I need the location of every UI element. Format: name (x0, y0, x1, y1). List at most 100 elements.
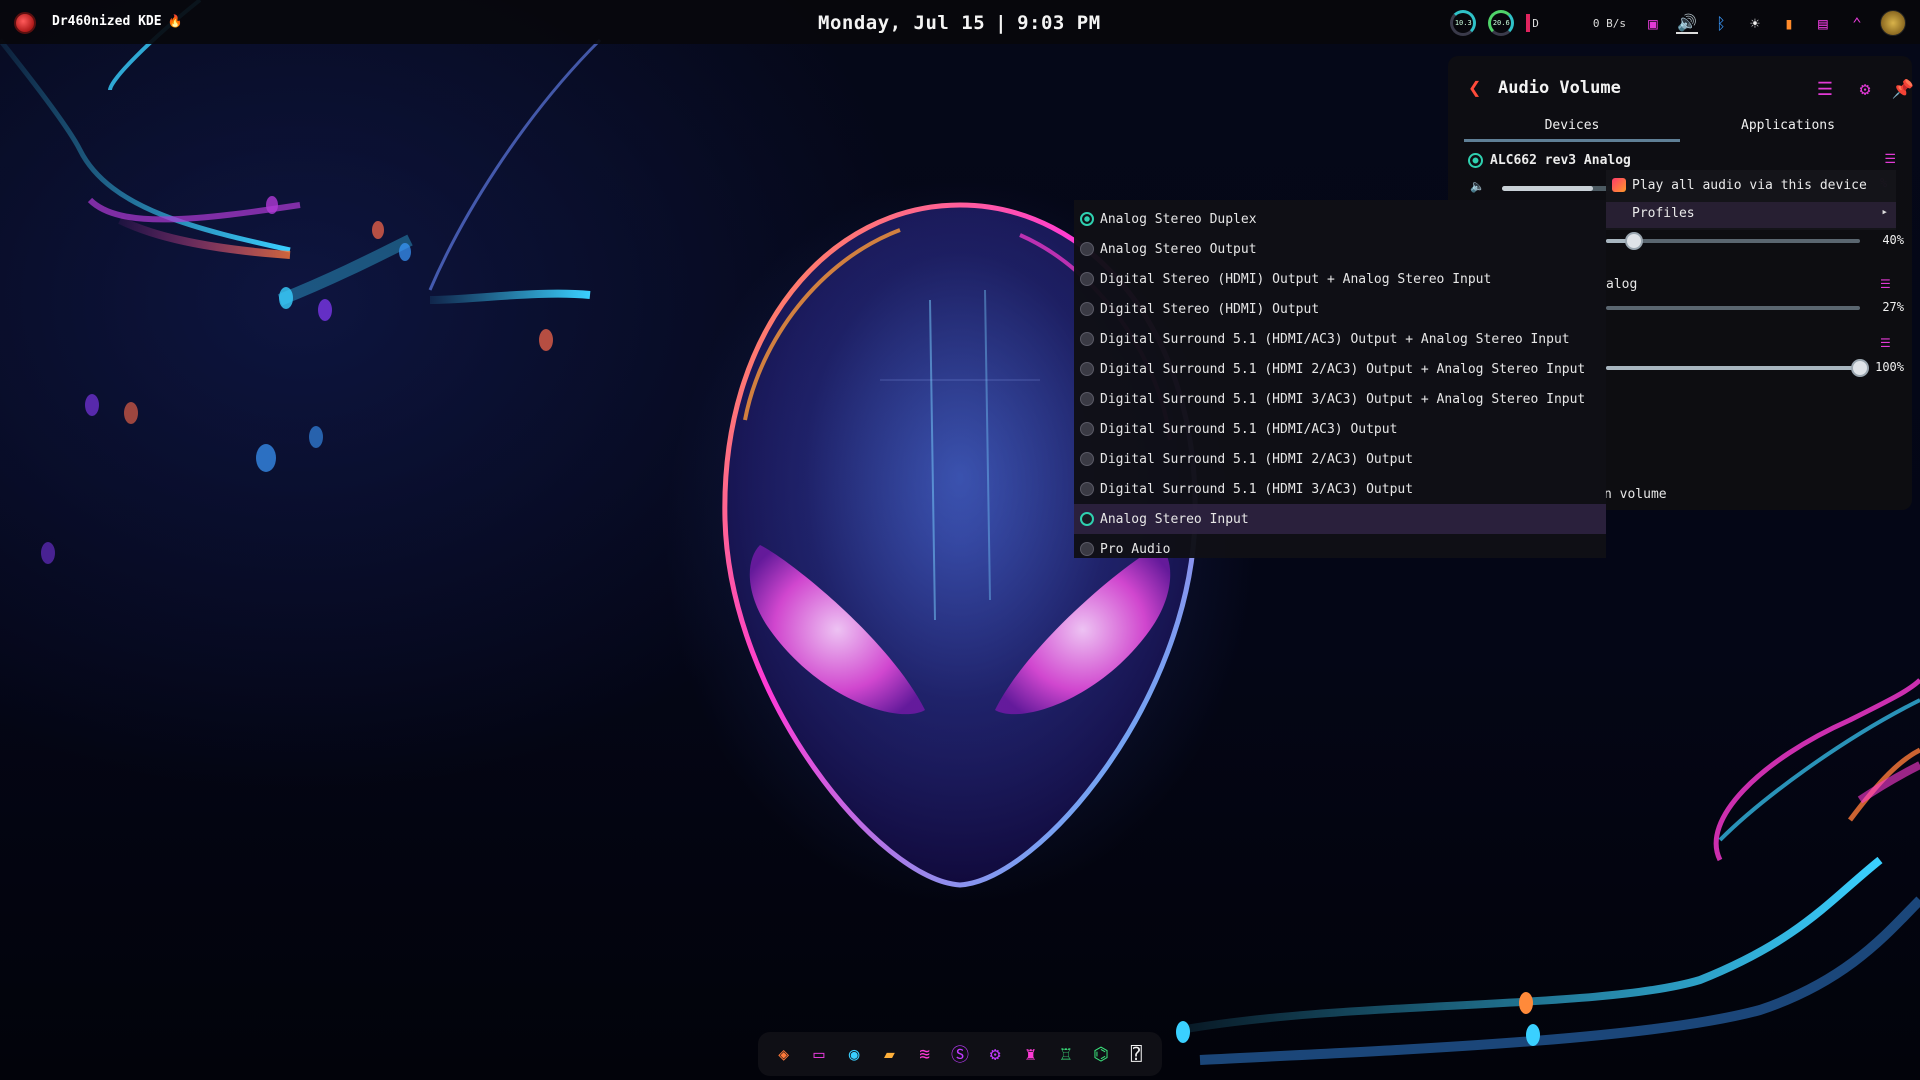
panel-title-text: Dr460nized KDE (52, 14, 162, 29)
profile-item[interactable]: Digital Surround 5.1 (HDMI 3/AC3) Output (1074, 474, 1606, 504)
disk-indicator[interactable]: D (1526, 14, 1581, 32)
top-panel: Dr460nized KDE 🔥 Monday, Jul 15 | 9:03 PM… (0, 0, 1920, 44)
profile-label: Analog Stereo Duplex (1100, 212, 1257, 227)
audio-device-icon (1612, 178, 1626, 192)
clipboard-icon[interactable]: ▣ (1642, 12, 1664, 34)
back-arrow-icon[interactable]: ❮ (1468, 76, 1481, 101)
profile-item[interactable]: Digital Surround 5.1 (HDMI/AC3) Output (1074, 414, 1606, 444)
battery-icon[interactable]: ▮ (1778, 12, 1800, 34)
device-context-menu: Play all audio via this device Profiles … (1606, 170, 1896, 230)
profile-item[interactable]: Digital Surround 5.1 (HDMI 3/AC3) Output… (1074, 384, 1606, 414)
clock-date: Monday, Jul 15 (818, 12, 986, 34)
stream-2-menu-icon[interactable]: ☰ (1880, 277, 1891, 291)
network-icon[interactable]: ⌬ (1088, 1041, 1114, 1067)
chevron-up-icon[interactable]: ⌃ (1846, 12, 1868, 34)
stream-2-label: alog (1606, 277, 1638, 292)
profiles-item[interactable]: Profiles ▸ (1606, 202, 1896, 228)
profile-radio[interactable] (1080, 362, 1094, 376)
profile-radio[interactable] (1080, 542, 1094, 556)
profile-item[interactable]: Pro Audio (1074, 534, 1606, 564)
stream-3-menu-icon[interactable]: ☰ (1880, 336, 1891, 350)
profile-radio[interactable] (1080, 482, 1094, 496)
garuda-icon[interactable]: ◈ (771, 1041, 797, 1067)
tab-applications[interactable]: Applications (1680, 116, 1896, 142)
profile-item[interactable]: Digital Surround 5.1 (HDMI 2/AC3) Output (1074, 444, 1606, 474)
profile-item[interactable]: Digital Stereo (HDMI) Output (1074, 294, 1606, 324)
slider-track[interactable] (1606, 239, 1860, 243)
flame-icon: 🔥 (167, 14, 183, 28)
bluetooth-icon[interactable]: ᛒ (1710, 12, 1732, 34)
brightness-icon[interactable]: ☀ (1744, 12, 1766, 34)
profile-item[interactable]: Analog Stereo Duplex (1074, 204, 1606, 234)
speaker-icon[interactable]: 🔈 (1470, 179, 1485, 193)
profile-radio[interactable] (1080, 332, 1094, 346)
system-monitor-icon[interactable]: ≋ (912, 1041, 938, 1067)
game-icon[interactable]: ♖ (1053, 1041, 1079, 1067)
stream-slider-2[interactable]: 27% (1606, 298, 1904, 318)
profile-radio[interactable] (1080, 422, 1094, 436)
disk-bar (1526, 14, 1531, 32)
slider-track[interactable] (1606, 306, 1860, 310)
profile-radio[interactable] (1080, 272, 1094, 286)
profile-item[interactable]: Digital Surround 5.1 (HDMI/AC3) Output +… (1074, 324, 1606, 354)
system-tray: 10.3 20.6 D 0 B/s ▣ 🔊 ᛒ ☀ ▮ ▤ ⌃ (1450, 8, 1906, 38)
tab-devices[interactable]: Devices (1464, 116, 1680, 142)
list-view-icon[interactable]: ☰ (1812, 76, 1838, 102)
profile-label: Digital Surround 5.1 (HDMI 3/AC3) Output… (1100, 392, 1586, 407)
profile-radio[interactable] (1080, 512, 1094, 526)
device-row[interactable]: ALC662 rev3 Analog ☰ (1468, 150, 1896, 172)
volume-icon[interactable]: 🔊 (1676, 12, 1698, 34)
panel-title[interactable]: Dr460nized KDE 🔥 (52, 14, 183, 29)
pin-icon[interactable]: 📌 (1890, 76, 1916, 102)
configure-icon[interactable]: ⚙ (1852, 76, 1878, 102)
play-all-audio-item[interactable]: Play all audio via this device (1606, 174, 1896, 200)
disk-label: D (1532, 16, 1539, 30)
dock: ◈ ▭ ◉ ▰ ≋ Ⓢ ⚙ ♜ ♖ ⌬ ⍰ (758, 1032, 1162, 1076)
browser-icon[interactable]: ◉ (841, 1041, 867, 1067)
popup-header: ❮ Audio Volume ☰ ⚙ 📌 (1468, 74, 1914, 104)
play-all-label: Play all audio via this device (1632, 178, 1867, 193)
profile-label: Digital Surround 5.1 (HDMI/AC3) Output +… (1100, 332, 1570, 347)
settings-s-icon[interactable]: Ⓢ (947, 1041, 973, 1067)
cpu-gauge[interactable]: 10.3 (1450, 10, 1477, 36)
stream-slider-3[interactable]: 100% (1606, 358, 1904, 378)
profile-item[interactable]: Analog Stereo Output (1074, 234, 1606, 264)
device-name: ALC662 rev3 Analog (1490, 153, 1631, 168)
device-menu-icon[interactable]: ☰ (1884, 152, 1896, 167)
slider-fill (1606, 366, 1860, 370)
slider-knob[interactable] (1625, 232, 1643, 250)
profile-label: Analog Stereo Output (1100, 242, 1257, 257)
device-volume-fill (1502, 186, 1593, 191)
profile-item[interactable]: Digital Stereo (HDMI) Output + Analog St… (1074, 264, 1606, 294)
profile-radio[interactable] (1080, 212, 1094, 226)
gear-icon[interactable]: ⚙ (982, 1041, 1008, 1067)
ram-gauge[interactable]: 20.6 (1488, 10, 1515, 36)
default-device-radio[interactable] (1468, 153, 1483, 168)
profile-label: Digital Surround 5.1 (HDMI 2/AC3) Output (1100, 452, 1414, 467)
device-volume-row: 🔈 (1468, 178, 1628, 200)
ram-gauge-value: 20.6 (1492, 19, 1510, 27)
help-doc-icon[interactable]: ⍰ (1123, 1041, 1149, 1067)
cpu-gauge-value: 10.3 (1454, 19, 1472, 27)
slider-2-percent: 27% (1882, 300, 1904, 314)
profile-radio[interactable] (1080, 242, 1094, 256)
user-avatar[interactable] (1880, 10, 1906, 36)
terminal-icon[interactable]: ▭ (806, 1041, 832, 1067)
profile-label: Analog Stereo Input (1100, 512, 1249, 527)
files-icon[interactable]: ▰ (876, 1041, 902, 1067)
screen-icon[interactable]: ▤ (1812, 12, 1834, 34)
profile-label: Pro Audio (1100, 542, 1171, 557)
profile-item[interactable]: Digital Surround 5.1 (HDMI 2/AC3) Output… (1074, 354, 1606, 384)
footer-label[interactable]: n volume (1604, 487, 1667, 502)
profiles-submenu: Analog Stereo Duplex Analog Stereo Output… (1074, 200, 1606, 558)
network-speed[interactable]: 0 B/s (1593, 17, 1626, 30)
profile-radio[interactable] (1080, 302, 1094, 316)
profile-item[interactable]: Analog Stereo Input (1074, 504, 1606, 534)
profile-radio[interactable] (1080, 392, 1094, 406)
ghost-icon[interactable]: ♜ (1017, 1041, 1043, 1067)
profile-radio[interactable] (1080, 452, 1094, 466)
clock[interactable]: Monday, Jul 15 | 9:03 PM (818, 12, 1101, 34)
profile-label: Digital Stereo (HDMI) Output (1100, 302, 1320, 317)
dragon-logo-icon[interactable] (14, 12, 36, 34)
stream-slider-1[interactable]: 40% (1606, 231, 1904, 251)
